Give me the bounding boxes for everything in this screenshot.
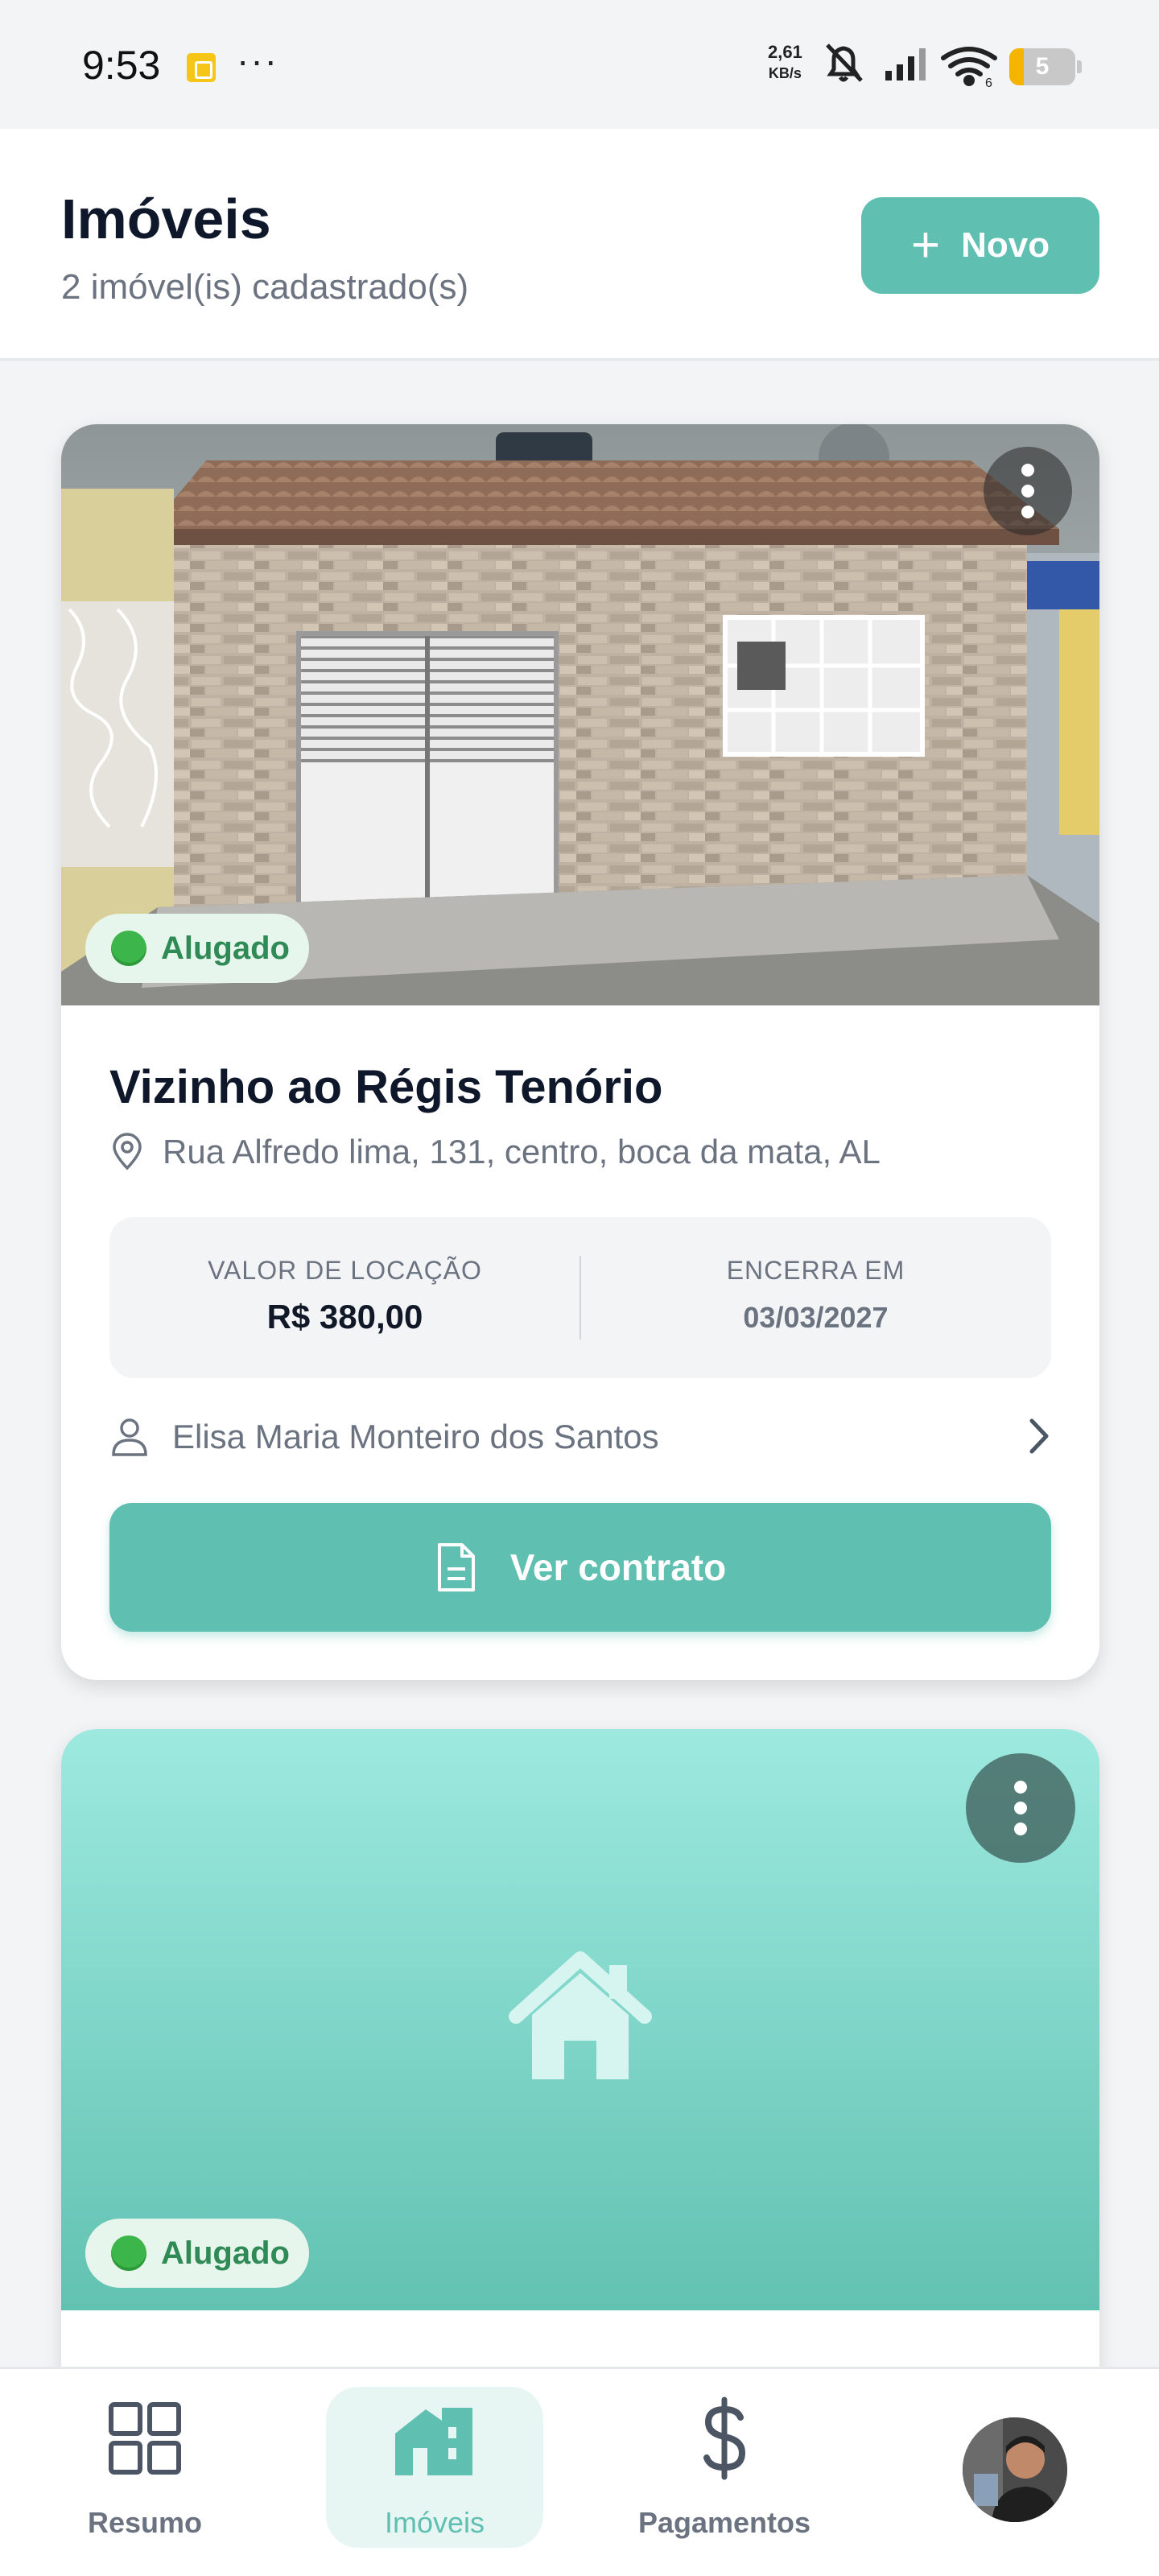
building-icon: [395, 2408, 472, 2475]
page-title: Imóveis: [61, 188, 271, 250]
more-notifications-icon: ···: [237, 39, 278, 81]
network-speed-value: 2,61: [768, 42, 802, 62]
network-speed-unit: KB/s: [768, 65, 802, 81]
avatar[interactable]: [963, 2417, 1067, 2522]
status-badge: Alugado: [85, 2219, 309, 2288]
house-icon: [509, 1951, 652, 2079]
nav-label: Pagamentos: [637, 2506, 811, 2539]
status-bar: 9:53 ··· 2,61 KB/s 6 5: [0, 0, 1159, 129]
status-icons: 6: [826, 43, 997, 90]
rent-info-box: VALOR DE LOCAÇÃO R$ 380,00 ENCERRA EM 03…: [109, 1217, 1051, 1378]
address-text: Rua Alfredo lima, 131, centro, boca da m…: [163, 1133, 881, 1170]
status-label: Alugado: [161, 2235, 290, 2271]
new-property-button[interactable]: + Novo: [861, 197, 1099, 294]
new-property-label: Novo: [961, 225, 1050, 265]
notification-icon: [187, 53, 216, 82]
page-subtitle: 2 imóvel(is) cadastrado(s): [61, 267, 469, 307]
location-pin-icon: [113, 1133, 142, 1170]
status-time: 9:53: [82, 43, 161, 88]
tenant-row[interactable]: Elisa Maria Monteiro dos Santos: [109, 1408, 1051, 1466]
signal-icon: [885, 48, 926, 80]
nav-item-resumo[interactable]: Resumo: [64, 2369, 225, 2576]
rent-value: R$ 380,00: [266, 1298, 423, 1335]
status-dot-icon: [111, 931, 146, 966]
status-badge: Alugado: [85, 914, 309, 983]
card-options-button[interactable]: [984, 447, 1072, 535]
battery-level: 5: [1035, 53, 1050, 80]
document-icon: [437, 1543, 475, 1591]
view-contract-button[interactable]: Ver contrato: [109, 1503, 1051, 1632]
card-options-button[interactable]: [966, 1753, 1075, 1863]
user-icon: [112, 1418, 147, 1456]
status-label: Alugado: [161, 930, 290, 966]
battery-icon: 5: [1009, 48, 1082, 85]
end-value: 03/03/2027: [743, 1301, 889, 1334]
nav-label: Resumo: [87, 2506, 203, 2539]
rent-label: VALOR DE LOCAÇÃO: [208, 1256, 482, 1285]
nav-item-pagamentos[interactable]: Pagamentos: [620, 2369, 829, 2576]
nav-label: Imóveis: [384, 2506, 485, 2539]
network-speed: 2,61 KB/s: [768, 42, 802, 84]
chevron-right-icon: [1029, 1418, 1049, 1454]
plus-icon: +: [910, 217, 941, 273]
end-label: ENCERRA EM: [726, 1256, 905, 1285]
bottom-navigation: Resumo Imóveis Pagamentos: [0, 2367, 1159, 2576]
tenant-name: Elisa Maria Monteiro dos Santos: [172, 1418, 659, 1455]
contract-end-section: ENCERRA EM 03/03/2027: [580, 1217, 1051, 1378]
status-dot-icon: [111, 2235, 146, 2271]
dollar-icon: [703, 2396, 746, 2480]
property-title: Vizinho ao Régis Tenório: [109, 1061, 663, 1113]
nav-item-imoveis[interactable]: Imóveis: [326, 2369, 543, 2576]
mute-icon: [826, 43, 863, 82]
property-address: Rua Alfredo lima, 131, centro, boca da m…: [109, 1133, 881, 1171]
page-header: Imóveis 2 imóvel(is) cadastrado(s) + Nov…: [0, 129, 1159, 361]
property-card[interactable]: Alugado Vizinho ao Régis Tenório Rua Alf…: [61, 424, 1099, 1680]
wifi-label: 6: [985, 76, 992, 90]
view-contract-label: Ver contrato: [509, 1546, 727, 1588]
grid-icon: [109, 2402, 181, 2475]
rent-value-section: VALOR DE LOCAÇÃO R$ 380,00: [109, 1217, 580, 1378]
